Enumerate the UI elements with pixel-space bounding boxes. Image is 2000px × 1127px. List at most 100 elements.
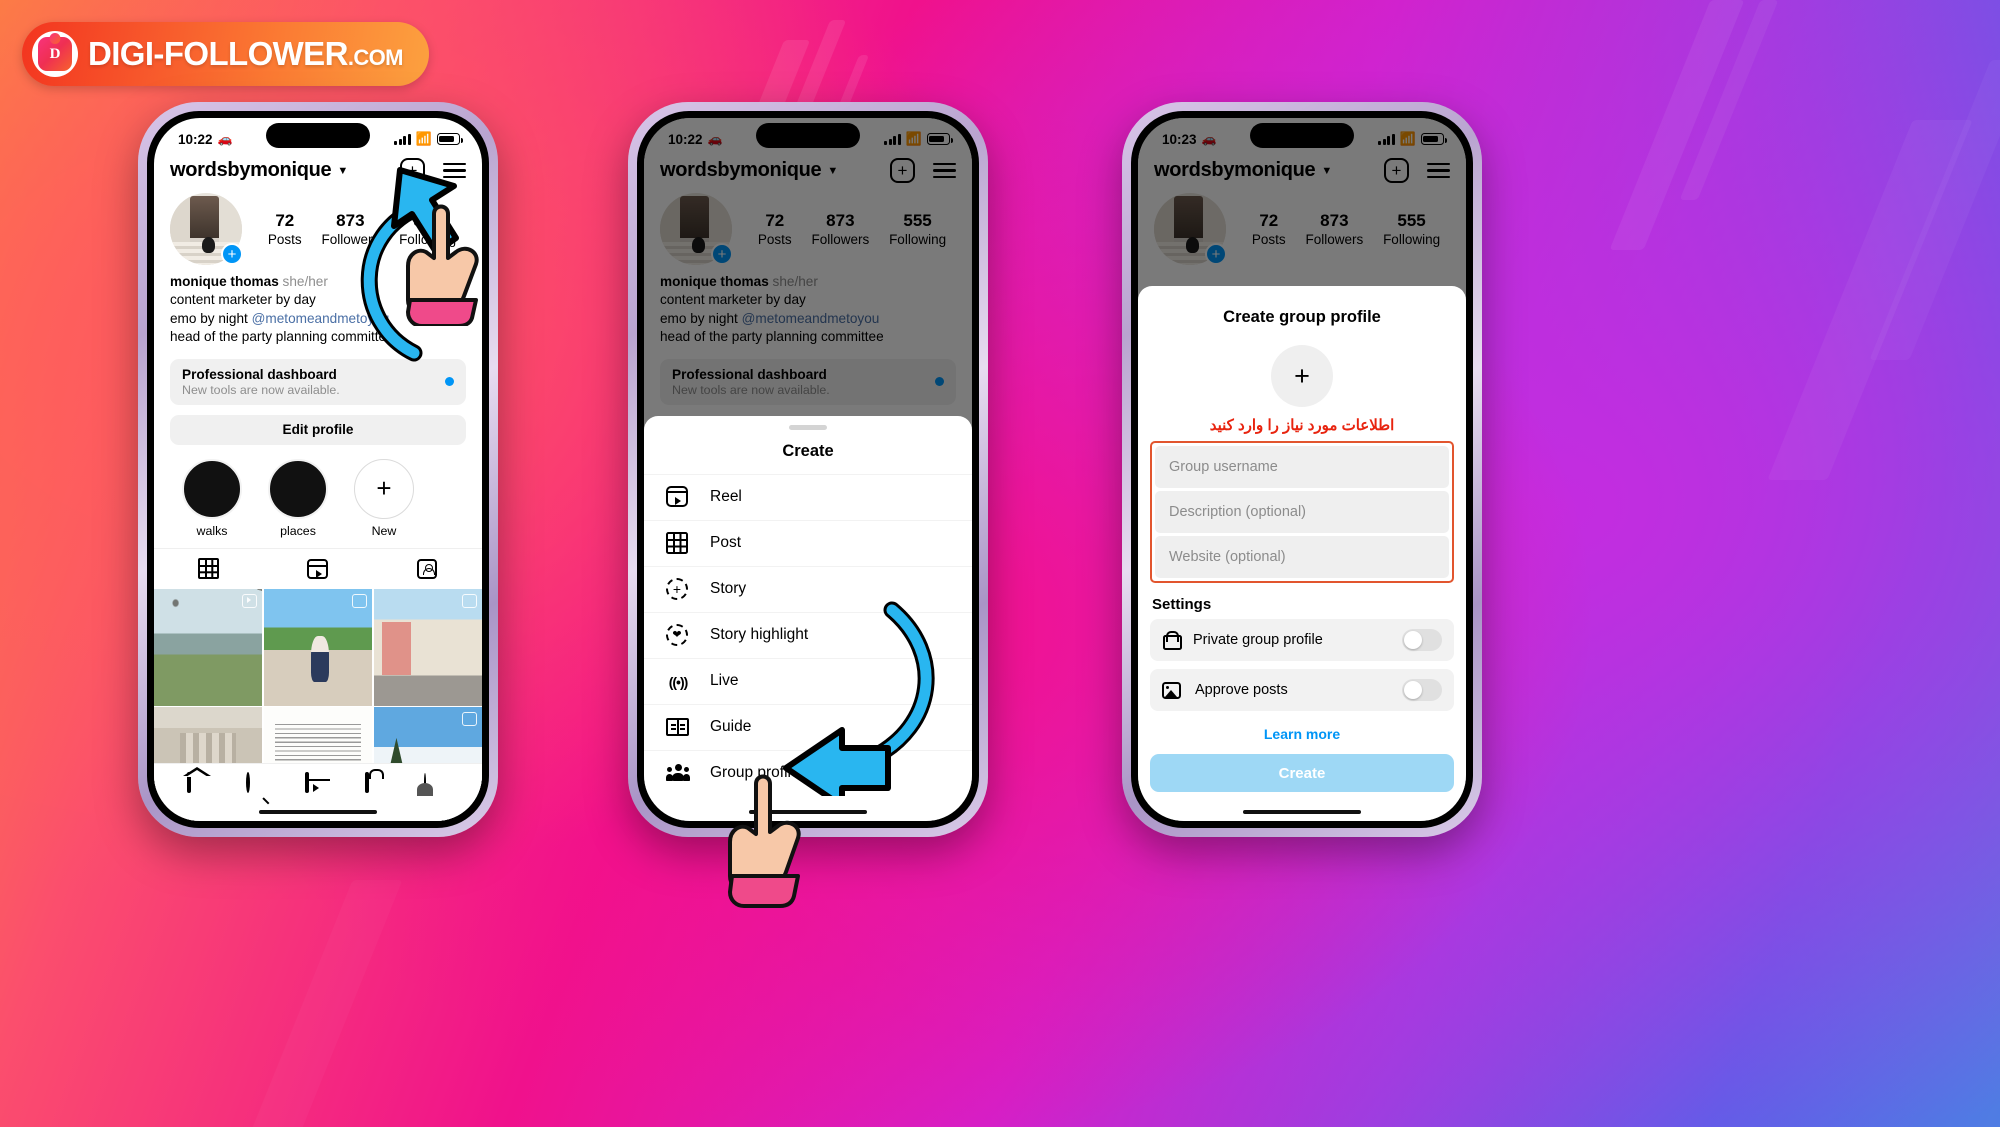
highlight-label: places xyxy=(280,523,316,538)
highlight-label: walks xyxy=(196,523,228,538)
profile-username[interactable]: wordsbymonique xyxy=(170,159,332,182)
avatar[interactable]: + xyxy=(170,193,243,265)
home-icon[interactable] xyxy=(187,772,212,799)
menu-item-post[interactable]: Post xyxy=(644,519,972,566)
phone-1-profile-screen: 10:22 🚗 📶 wordsbymonique ▼ + + 72 Posts … xyxy=(138,102,498,837)
hamburger-icon[interactable] xyxy=(443,162,466,179)
site-logo: D DIGI-FOLLOWER.COM xyxy=(22,22,429,86)
toggle-switch[interactable] xyxy=(1402,679,1442,701)
toggle-switch[interactable] xyxy=(1402,629,1442,651)
story-highlights-row: walks places + New xyxy=(154,445,482,546)
home-indicator xyxy=(1243,809,1361,814)
group-sheet-title: Create group profile xyxy=(1223,308,1381,326)
reels-tab-icon xyxy=(307,558,329,579)
grid-post[interactable] xyxy=(154,588,263,706)
tab-tagged[interactable] xyxy=(373,549,482,589)
live-broadcast-icon: ((•)) xyxy=(668,673,689,690)
grid-post[interactable] xyxy=(373,588,482,706)
logo-brand-name: DIGI-FOLLOWER xyxy=(88,35,348,72)
menu-item-live[interactable]: ((•)) Live xyxy=(644,657,972,704)
menu-item-story-highlight[interactable]: ❤ Story highlight xyxy=(644,611,972,658)
stat-following[interactable]: 555 Following xyxy=(399,211,456,246)
group-avatar-add-button[interactable]: + xyxy=(1271,345,1333,407)
setting-approve-posts[interactable]: Approve posts xyxy=(1150,669,1454,711)
profile-avatar-icon[interactable] xyxy=(423,773,449,799)
phone-notch xyxy=(266,123,370,148)
menu-item-reel[interactable]: Reel xyxy=(644,473,972,520)
bio-pronouns: she/her xyxy=(282,274,328,289)
tab-reels[interactable] xyxy=(263,549,372,589)
phone-notch xyxy=(756,123,860,148)
create-button[interactable]: Create xyxy=(1150,754,1454,792)
logo-mark-icon: D xyxy=(32,31,78,77)
group-description-input[interactable]: Description (optional) xyxy=(1155,491,1449,533)
plus-box-icon[interactable]: + xyxy=(400,158,425,183)
bio-name: monique thomas xyxy=(170,274,279,289)
edit-profile-button[interactable]: Edit profile xyxy=(170,414,466,445)
grid-tab-icon xyxy=(198,558,220,580)
settings-header: Settings xyxy=(1152,596,1212,613)
profile-tabs xyxy=(154,547,482,589)
reel-icon xyxy=(666,485,690,509)
shop-icon[interactable] xyxy=(364,772,390,799)
chevron-down-icon[interactable]: ▼ xyxy=(337,165,348,177)
highlight-new[interactable]: + New xyxy=(354,458,414,538)
highlight-places[interactable]: places xyxy=(268,458,328,538)
avatar-add-story-icon[interactable]: + xyxy=(221,243,243,265)
signal-icon xyxy=(394,133,411,145)
highlight-walks[interactable]: walks xyxy=(182,458,242,538)
phone-2-create-menu-screen: 10:22 🚗 📶 wordsbymonique ▼ + xyxy=(628,102,988,837)
stat-posts[interactable]: 72 Posts xyxy=(268,211,302,246)
menu-item-group-profile[interactable]: Group profile xyxy=(644,749,972,796)
menu-item-label: Reel xyxy=(710,488,742,505)
wifi-icon: 📶 xyxy=(415,131,432,146)
story-heart-icon: ❤ xyxy=(666,623,690,647)
professional-dashboard-card[interactable]: Professional dashboard New tools are now… xyxy=(170,358,466,405)
group-people-icon xyxy=(666,761,690,785)
tab-grid[interactable] xyxy=(154,549,263,589)
menu-item-label: Story highlight xyxy=(710,626,809,643)
reels-icon[interactable] xyxy=(305,772,330,799)
bio-line-4: head of the party planning committee xyxy=(170,329,394,345)
home-indicator xyxy=(749,809,867,814)
phone-3-create-group-profile-screen: 10:23 🚗 📶 wordsbymonique ▼ + xyxy=(1122,102,1482,837)
menu-item-label: Story xyxy=(710,580,747,597)
search-icon[interactable] xyxy=(246,772,271,799)
car-icon: 🚗 xyxy=(217,132,233,146)
bio-line-2: content marketer by day xyxy=(170,292,316,308)
lock-icon xyxy=(1162,630,1182,650)
bio-mention-link[interactable]: @metomeandmetoyou xyxy=(252,311,390,326)
stat-value: 555 xyxy=(413,211,442,231)
profile-bio: monique thomas she/her content marketer … xyxy=(154,269,482,347)
stat-value: 873 xyxy=(336,211,365,231)
stat-followers[interactable]: 873 Followers xyxy=(321,211,379,246)
stat-label: Followers xyxy=(321,231,380,247)
dashboard-subtitle: New tools are now available. xyxy=(182,382,340,397)
annotation-text: اطلاعات مورد نیاز را وارد کنید xyxy=(1209,417,1395,434)
carousel-badge-icon xyxy=(462,593,477,608)
grid-icon xyxy=(666,531,690,555)
dashboard-title: Professional dashboard xyxy=(182,366,337,382)
menu-item-story[interactable]: + Story xyxy=(644,565,972,612)
story-plus-icon: + xyxy=(666,577,690,601)
learn-more-link[interactable]: Learn more xyxy=(1138,719,1466,742)
menu-item-guide[interactable]: Guide xyxy=(644,703,972,750)
setting-private-group-profile[interactable]: Private group profile xyxy=(1150,619,1454,661)
tagged-tab-icon xyxy=(417,558,438,579)
group-username-input[interactable]: Group username xyxy=(1155,446,1449,488)
group-form-fields: Group username Description (optional) We… xyxy=(1150,441,1454,583)
stat-value: 72 xyxy=(275,211,295,231)
create-sheet-title: Create xyxy=(782,441,834,460)
setting-label: Private group profile xyxy=(1193,632,1323,648)
home-indicator xyxy=(259,809,377,814)
logo-text: DIGI-FOLLOWER.COM xyxy=(88,35,403,73)
group-website-input[interactable]: Website (optional) xyxy=(1155,536,1449,578)
menu-item-label: Live xyxy=(710,672,739,689)
guide-book-icon xyxy=(666,715,690,739)
battery-icon xyxy=(437,133,463,145)
grid-post[interactable] xyxy=(263,588,373,706)
carousel-badge-icon xyxy=(462,712,477,727)
image-icon xyxy=(1162,681,1181,699)
bio-line-3: emo by night xyxy=(170,310,252,326)
carousel-badge-icon xyxy=(352,593,368,608)
